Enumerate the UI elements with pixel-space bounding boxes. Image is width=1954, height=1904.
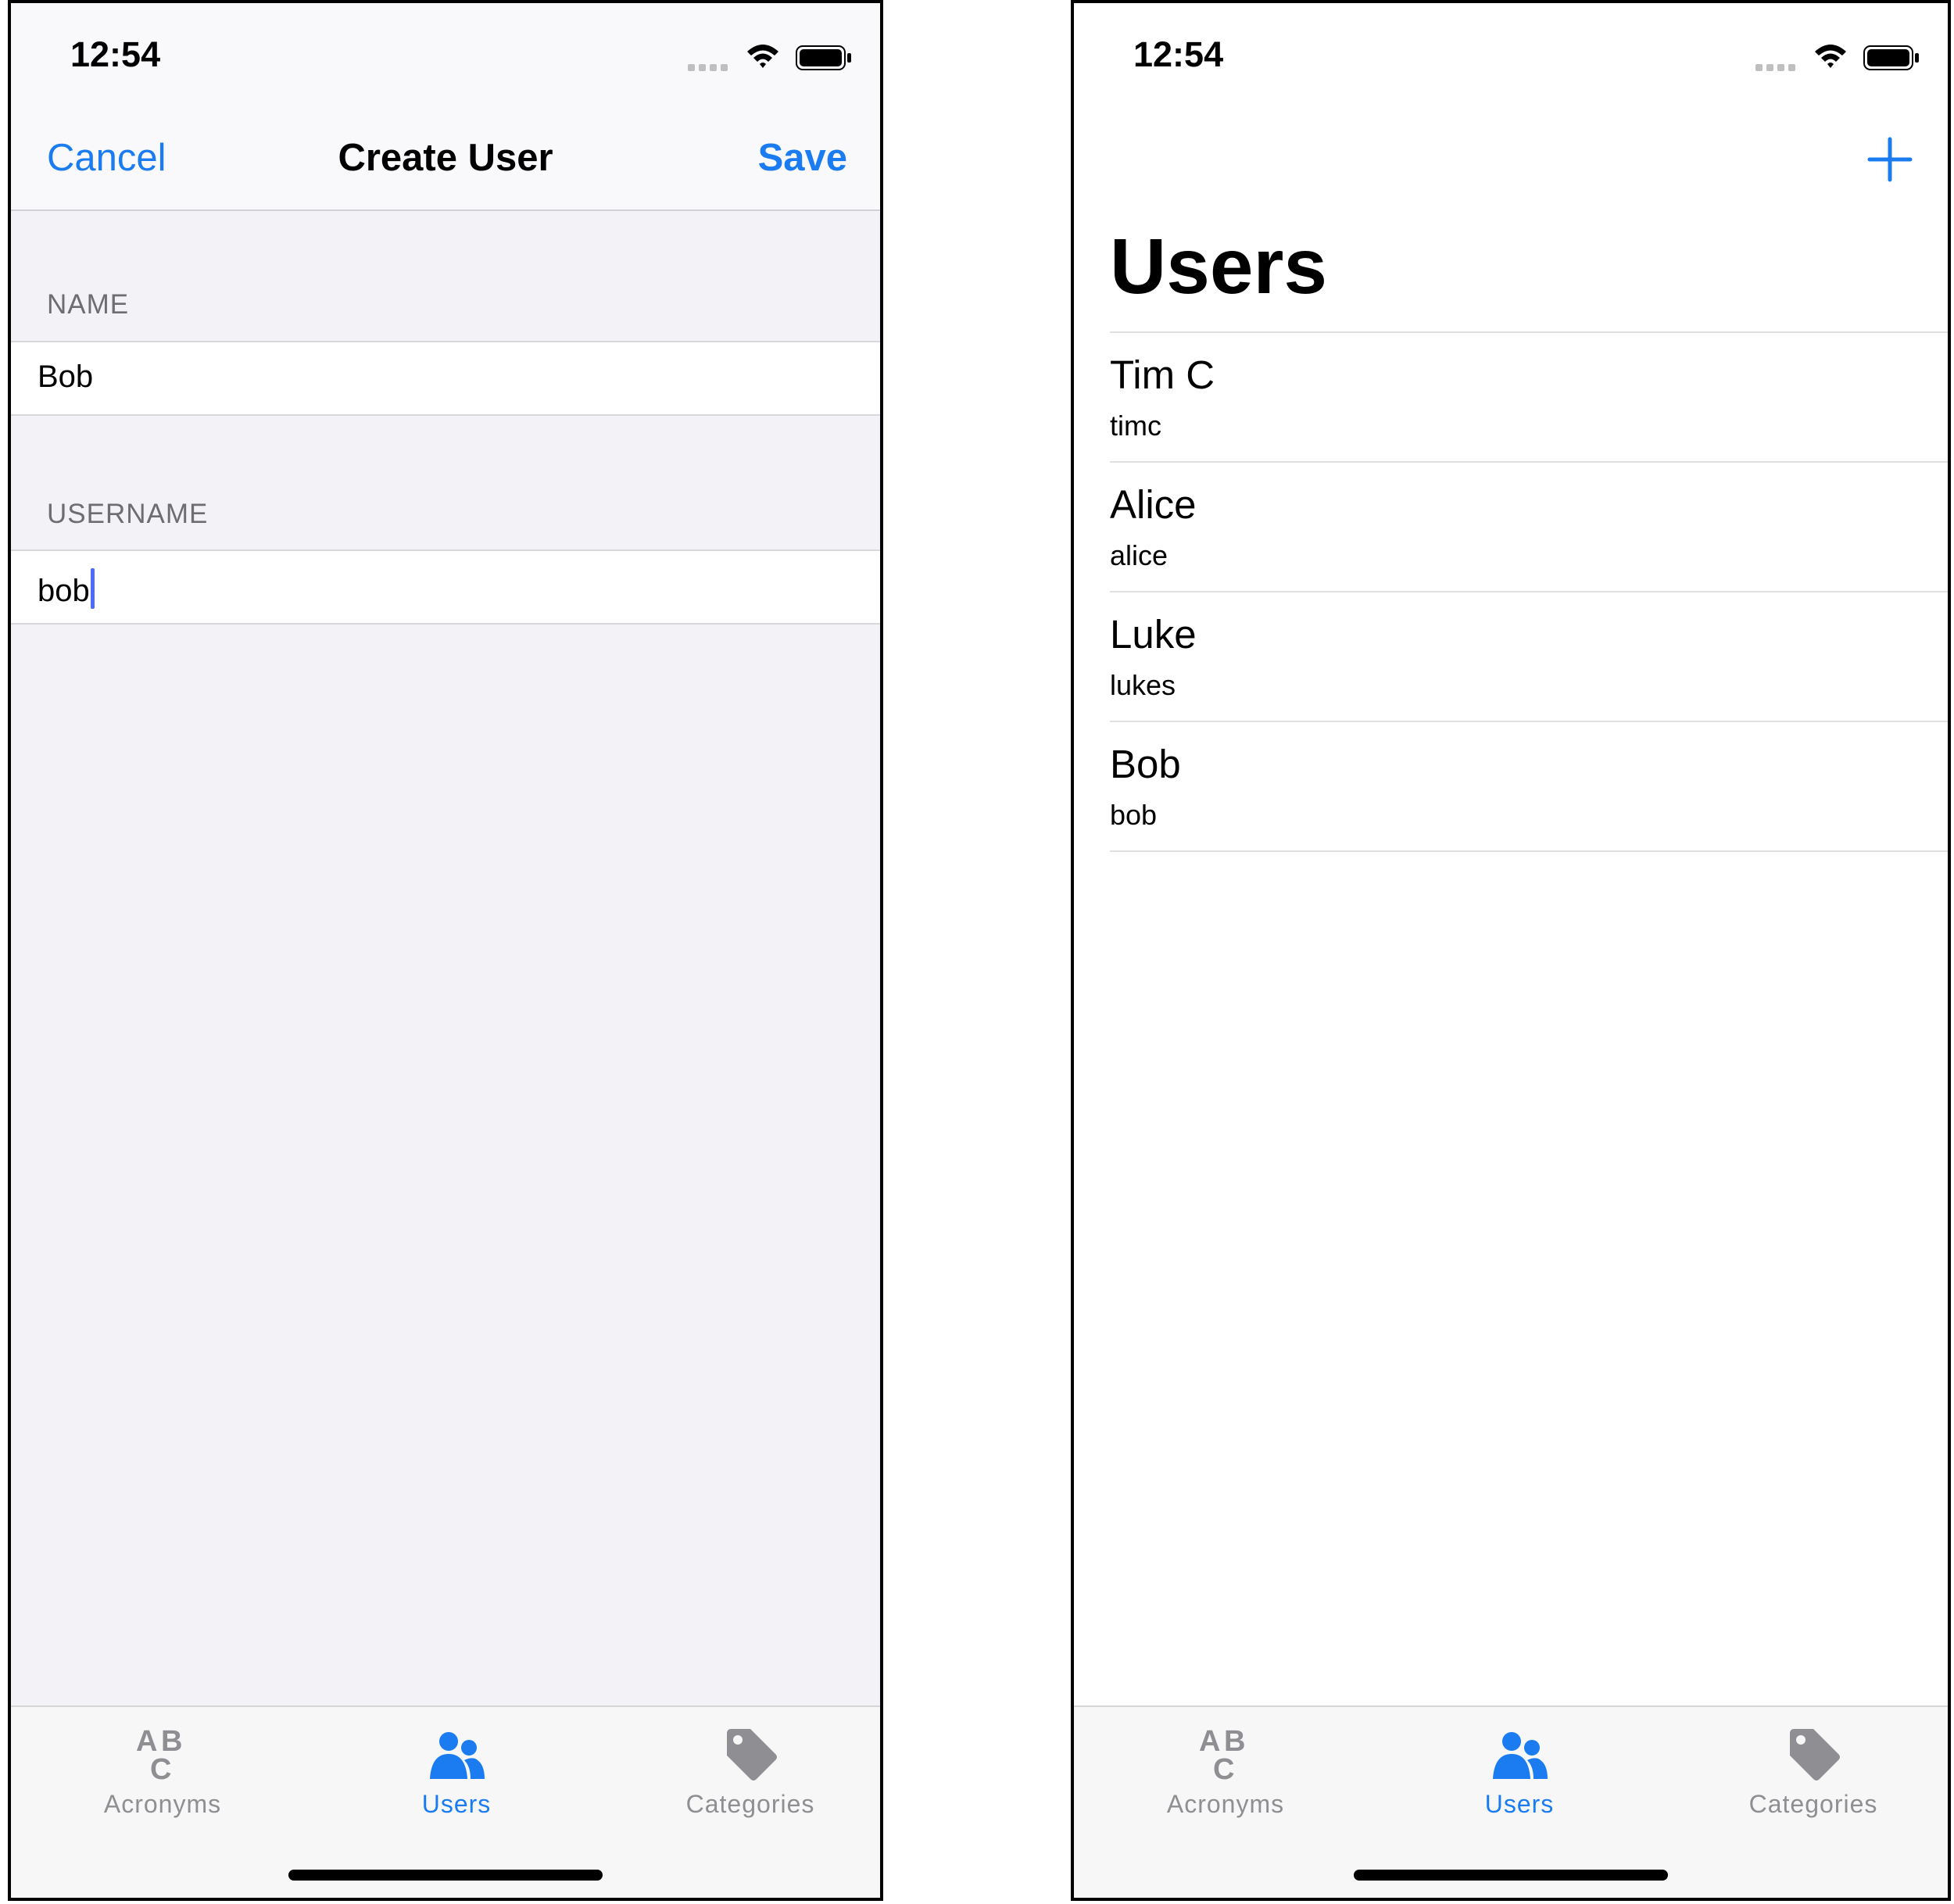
users-screen: 12:54 Users Tim C timc Alice alice Luke … (1071, 0, 1951, 1901)
user-name: Luke (1110, 612, 1197, 657)
status-time: 12:54 (1133, 34, 1224, 74)
tab-acronyms[interactable]: A B C Acronyms (1108, 1723, 1343, 1819)
user-username: timc (1110, 410, 1161, 442)
users-icon (1493, 1732, 1548, 1779)
tab-label: Categories (1748, 1790, 1878, 1818)
tab-bar: A B C Acronyms Users Categories (11, 1705, 880, 1898)
tab-users[interactable]: Users (1402, 1723, 1637, 1819)
home-indicator[interactable] (1354, 1870, 1668, 1881)
user-row[interactable]: Tim C timc (1110, 333, 1948, 463)
add-user-button[interactable] (1866, 136, 1913, 183)
tab-categories[interactable]: Categories (633, 1723, 868, 1819)
tab-label: Users (1484, 1790, 1555, 1818)
page-title: Users (1110, 223, 1327, 310)
user-username: alice (1110, 539, 1168, 571)
wifi-icon (747, 45, 778, 68)
status-time: 12:54 (70, 34, 161, 74)
tag-icon (727, 1729, 777, 1781)
user-row[interactable]: Luke lukes (1110, 592, 1948, 722)
status-bar: 12:54 (1074, 3, 1948, 120)
user-username: bob (1110, 799, 1158, 831)
abc-icon: A B C (136, 1725, 182, 1785)
user-username: lukes (1110, 669, 1176, 701)
tab-label: Acronyms (103, 1790, 222, 1818)
name-field-value: Bob (38, 360, 94, 394)
tab-categories[interactable]: Categories (1696, 1723, 1931, 1819)
user-name: Tim C (1110, 353, 1215, 397)
create-user-screen: 12:54 Cancel Create User Save NAME Bob U… (8, 0, 883, 1901)
cellular-signal-icon (1755, 61, 1799, 75)
username-section-header: USERNAME (47, 499, 209, 529)
battery-icon (796, 45, 851, 70)
tab-label: Categories (685, 1790, 815, 1818)
user-name: Alice (1110, 482, 1197, 527)
username-field[interactable]: bob (11, 549, 880, 625)
user-row[interactable]: Alice alice (1110, 463, 1948, 592)
status-bar: 12:54 (11, 3, 880, 120)
home-indicator[interactable] (288, 1870, 603, 1881)
tab-label: Acronyms (1166, 1790, 1285, 1818)
tab-users[interactable]: Users (339, 1723, 574, 1819)
tab-bar: A B C Acronyms Users Categories (1074, 1705, 1948, 1898)
cellular-signal-icon (688, 61, 732, 75)
user-row[interactable]: Bob bob (1110, 722, 1948, 852)
page-title: Create User (338, 137, 553, 179)
save-button[interactable]: Save (758, 136, 847, 180)
abc-icon: A B C (1199, 1725, 1245, 1785)
users-icon (430, 1732, 485, 1779)
svg-text:C: C (1213, 1753, 1234, 1785)
username-field-value: bob (38, 574, 90, 608)
wifi-icon (1815, 45, 1846, 68)
text-caret (90, 568, 95, 609)
name-section-header: NAME (47, 289, 130, 320)
user-list: Tim C timc Alice alice Luke lukes Bob bo… (1110, 331, 1948, 852)
navigation-bar: 12:54 Cancel Create User Save (11, 3, 880, 211)
name-field[interactable]: Bob (11, 341, 880, 416)
tab-label: Users (421, 1790, 492, 1818)
battery-icon (1863, 45, 1919, 70)
svg-text:C: C (150, 1753, 171, 1785)
user-name: Bob (1110, 742, 1181, 786)
tag-icon (1790, 1729, 1840, 1781)
tab-acronyms[interactable]: A B C Acronyms (45, 1723, 280, 1819)
